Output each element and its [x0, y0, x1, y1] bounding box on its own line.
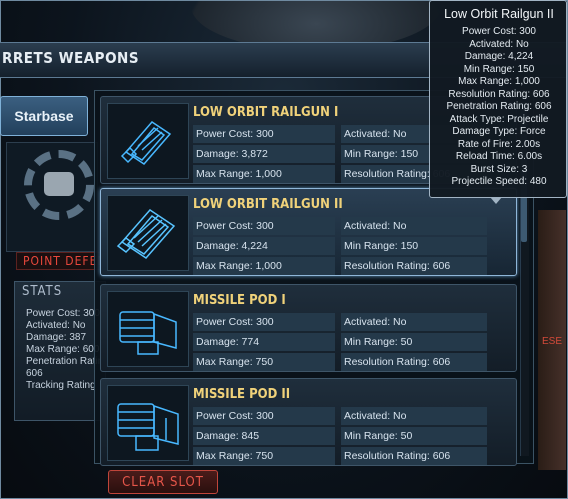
railgun-icon	[107, 195, 189, 271]
tooltip-row: Min Range: 150	[463, 63, 535, 75]
stats-line: Penetration Rating	[26, 356, 102, 367]
max-range: Max Range: 750	[193, 353, 335, 371]
damage-value: Damage: 4,224	[193, 237, 335, 255]
stats-line: Activated: No	[26, 320, 86, 331]
resolution-rating: Resolution Rating: 606	[341, 257, 487, 275]
turret-core-icon	[44, 172, 74, 196]
max-range: Max Range: 1,000	[193, 165, 335, 183]
max-range: Max Range: 750	[193, 447, 335, 465]
stats-line: Damage: 387	[26, 332, 87, 343]
tooltip-row: Power Cost: 300	[462, 26, 536, 37]
stats-line: Tracking Rating	[26, 380, 96, 391]
railgun-icon	[107, 103, 189, 179]
tooltip-row: Reload Time: 6.00s	[455, 151, 543, 162]
resolution-rating: Resolution Rating: 606	[341, 447, 487, 465]
tooltip-row: Resolution Rating: 606	[448, 88, 550, 100]
tooltip-row: Max Range: 1,000	[458, 76, 540, 87]
weapon-name: LOW ORBIT RAILGUN II	[193, 197, 343, 212]
stats-title: STATS	[22, 284, 63, 299]
activated-status: Activated: No	[341, 407, 487, 425]
tab-starbase[interactable]: Starbase	[0, 96, 88, 136]
header-title: RRETS WEAPONS	[2, 49, 140, 67]
missile-pod-icon	[107, 385, 189, 461]
weapon-name: MISSILE POD II	[193, 387, 291, 402]
stats-list: Power Cost: 300 Activated: No Damage: 38…	[26, 308, 102, 392]
resolution-rating: Resolution Rating: 606	[341, 353, 487, 371]
tooltip-pointer	[490, 197, 502, 204]
tooltip-title: Low Orbit Railgun II	[444, 7, 554, 21]
missile-pod-icon	[107, 291, 189, 367]
min-range: Min Range: 150	[341, 237, 487, 255]
tooltip-row: Penetration Rating: 606	[446, 101, 552, 112]
power-cost: Power Cost: 300	[193, 217, 335, 235]
damage-value: Damage: 774	[193, 333, 335, 351]
weapon-name: MISSILE POD I	[193, 293, 286, 308]
activated-status: Activated: No	[341, 313, 487, 331]
tooltip-row: Damage Type: Force	[452, 126, 546, 137]
clear-slot-button[interactable]: CLEAR SLOT	[108, 470, 218, 494]
activated-status: Activated: No	[341, 217, 487, 235]
background-red-text: ESE	[542, 336, 563, 347]
power-cost: Power Cost: 300	[193, 407, 335, 425]
weapon-card-low-orbit-railgun-ii[interactable]: LOW ORBIT RAILGUN II Power Cost: 300 Act…	[100, 188, 517, 276]
min-range: Min Range: 50	[341, 333, 487, 351]
tooltip-row: Projectile Speed: 480	[451, 176, 547, 187]
weapon-card-missile-pod-ii[interactable]: MISSILE POD II Power Cost: 300 Activated…	[100, 378, 517, 466]
tooltip-row: Damage: 4,224	[464, 51, 534, 62]
tooltip-row: Activated: No	[469, 38, 529, 50]
max-range: Max Range: 1,000	[193, 257, 335, 275]
min-range: Min Range: 50	[341, 427, 487, 445]
power-cost: Power Cost: 300	[193, 125, 335, 143]
weapon-tooltip: Low Orbit Railgun II Power Cost: 300 Act…	[429, 0, 567, 198]
damage-value: Damage: 3,872	[193, 145, 335, 163]
stats-line: Max Range: 600	[26, 344, 100, 355]
stats-line: Power Cost: 300	[26, 308, 100, 319]
tooltip-row: Rate of Fire: 2.00s	[457, 138, 541, 150]
power-cost: Power Cost: 300	[193, 313, 335, 331]
tooltip-stats: Power Cost: 300 Activated: No Damage: 4,…	[430, 26, 568, 189]
damage-value: Damage: 845	[193, 427, 335, 445]
weapon-name: LOW ORBIT RAILGUN I	[193, 105, 339, 120]
tooltip-row: Burst Size: 3	[470, 163, 528, 175]
weapon-card-missile-pod-i[interactable]: MISSILE POD I Power Cost: 300 Activated:…	[100, 284, 517, 372]
tooltip-row: Attack Type: Projectile	[449, 113, 549, 125]
stats-line: 606	[26, 368, 43, 379]
